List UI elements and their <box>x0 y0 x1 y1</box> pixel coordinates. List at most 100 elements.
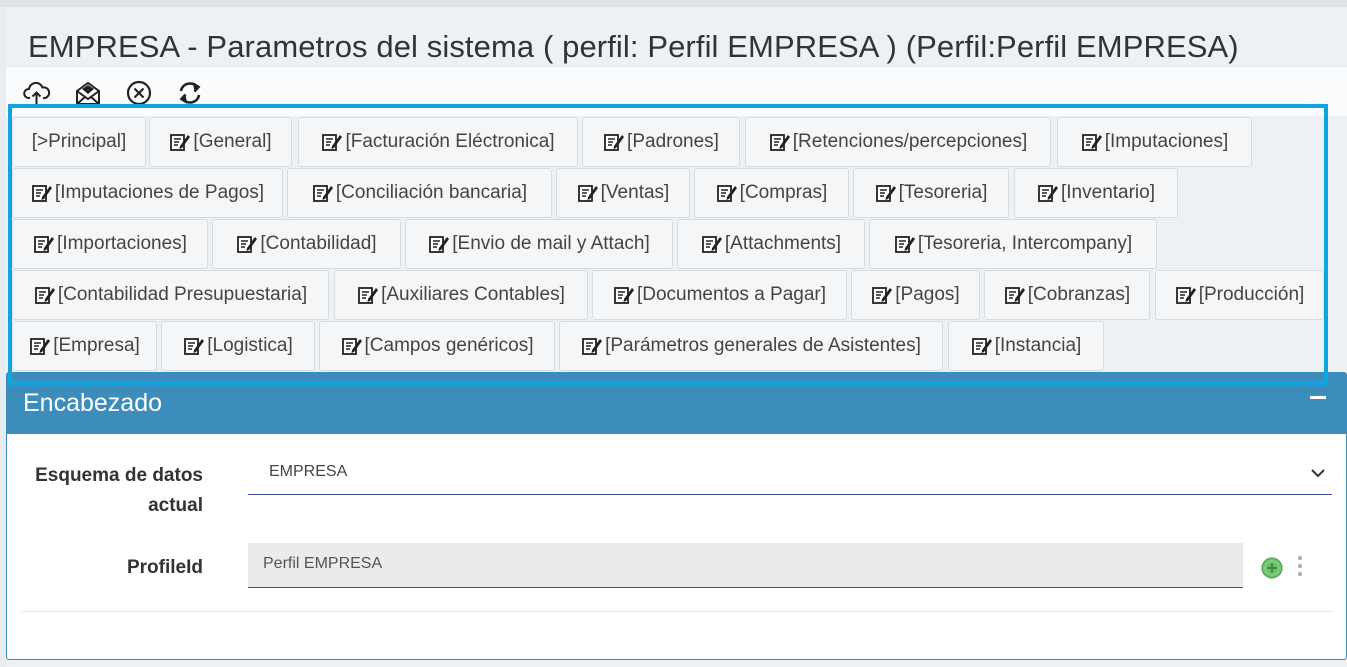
tab-7[interactable]: [Imputaciones de Pagos] <box>12 168 283 218</box>
tab-8[interactable]: [Conciliación bancaria] <box>287 168 552 218</box>
edit-icon <box>1081 131 1103 153</box>
close-circle-icon[interactable] <box>124 78 154 108</box>
edit-icon <box>871 284 893 306</box>
tab-25[interactable]: [Logistica] <box>161 321 315 371</box>
tab-19[interactable]: [Auxiliares Contables] <box>334 270 588 320</box>
tab-label: [Retenciones/percepciones] <box>792 131 1028 152</box>
edit-icon <box>875 182 897 204</box>
tab-15[interactable]: [Envio de mail y Attach] <box>405 219 673 269</box>
tab-11[interactable]: [Tesoreria] <box>853 168 1009 218</box>
edit-icon <box>321 131 343 153</box>
edit-icon <box>1037 182 1059 204</box>
tab-label: [>Principal] <box>31 131 127 152</box>
tab-5[interactable]: [Retenciones/percepciones] <box>745 117 1051 167</box>
schema-select-value: EMPRESA <box>269 463 348 480</box>
more-options-icon[interactable] <box>1296 556 1304 580</box>
tab-label: [Auxiliares Contables] <box>381 284 565 305</box>
tab-label: [Tesoreria, Intercompany] <box>917 233 1133 254</box>
tab-label: [Imputaciones] <box>1104 131 1229 152</box>
edit-icon <box>716 182 738 204</box>
tab-label: [Logistica] <box>207 335 293 356</box>
panel-header: Encabezado <box>7 373 1346 434</box>
schema-label-line2: actual <box>148 495 203 516</box>
tab-16[interactable]: [Attachments] <box>677 219 865 269</box>
edit-icon <box>34 284 56 306</box>
collapse-icon[interactable] <box>1310 395 1326 400</box>
tab-22[interactable]: [Cobranzas] <box>984 270 1150 320</box>
tab-label: [Padrones] <box>627 131 719 152</box>
tab-label: [Contabilidad] <box>260 233 377 254</box>
tab-label: [Campos genéricos] <box>364 335 534 356</box>
tab-label: [Documentos a Pagar] <box>636 284 827 305</box>
tab-label: [Ventas] <box>600 182 670 203</box>
edit-icon <box>183 335 205 357</box>
tab-2[interactable]: [General] <box>149 117 292 167</box>
profileid-value: Perfil EMPRESA <box>263 555 383 572</box>
tab-13[interactable]: [Importaciones] <box>12 219 208 269</box>
tab-label: [Pagos] <box>895 284 960 305</box>
add-circle-icon[interactable] <box>1261 557 1283 579</box>
tab-label: [Envio de mail y Attach] <box>452 233 650 254</box>
tab-label: [Contabilidad Presupuestaria] <box>57 284 308 305</box>
tab-23[interactable]: [Producción] <box>1155 270 1324 320</box>
tab-label: [Importaciones] <box>57 233 187 254</box>
tab-28[interactable]: [Instancia] <box>948 321 1104 371</box>
cloud-upload-icon[interactable] <box>22 78 52 108</box>
encabezado-panel: Encabezado Esquema de datos actual EMPRE… <box>6 372 1347 660</box>
tab-6[interactable]: [Imputaciones] <box>1057 117 1252 167</box>
tab-label: [Compras] <box>739 182 828 203</box>
tab-10[interactable]: [Compras] <box>694 168 849 218</box>
schema-select[interactable]: EMPRESA <box>248 453 1332 495</box>
profileid-label: ProfileId <box>126 557 203 578</box>
tab-24[interactable]: [Empresa] <box>12 321 157 371</box>
tab-label: [Tesoreria] <box>898 182 988 203</box>
tab-14[interactable]: [Contabilidad] <box>212 219 401 269</box>
tab-label: [Producción] <box>1198 284 1305 305</box>
edit-icon <box>769 131 791 153</box>
refresh-icon[interactable] <box>175 78 205 108</box>
tab-label: [General] <box>193 131 272 152</box>
envelope-icon[interactable] <box>73 78 103 108</box>
tab-label: [Cobranzas] <box>1027 284 1131 305</box>
tab-label: [Inventario] <box>1061 182 1155 203</box>
tab-label: [Parámetros generales de Asistentes] <box>605 335 921 356</box>
tab-label: [Empresa] <box>53 335 140 356</box>
edit-icon <box>236 233 258 255</box>
edit-icon <box>428 233 450 255</box>
edit-icon <box>894 233 916 255</box>
tab-20[interactable]: [Documentos a Pagar] <box>592 270 847 320</box>
tab-label: [Attachments] <box>724 233 842 254</box>
page-title: EMPRESA - Parametros del sistema ( perfi… <box>28 29 1239 64</box>
edit-icon <box>357 284 379 306</box>
schema-label-line1: Esquema de datos <box>35 465 203 486</box>
tab-4[interactable]: [Padrones] <box>582 117 740 167</box>
panel-title: Encabezado <box>23 389 163 417</box>
top-strip <box>0 0 1347 7</box>
tab-27[interactable]: [Parámetros generales de Asistentes] <box>559 321 943 371</box>
edit-icon <box>701 233 723 255</box>
profileid-field[interactable]: Perfil EMPRESA <box>248 543 1243 588</box>
tab-label: [Facturación Eléctronica] <box>345 131 555 152</box>
edit-icon <box>1175 284 1197 306</box>
tabs-bar: [>Principal] [General] [Facturación Eléctr… <box>12 117 1324 373</box>
tab-18[interactable]: [Contabilidad Presupuestaria] <box>12 270 329 320</box>
edit-icon <box>603 131 625 153</box>
edit-icon <box>581 335 603 357</box>
tab-12[interactable]: [Inventario] <box>1014 168 1178 218</box>
schema-label: Esquema de datos actual <box>35 461 203 521</box>
edit-icon <box>29 335 51 357</box>
tab-label: [Conciliación bancaria] <box>335 182 528 203</box>
edit-icon <box>971 335 993 357</box>
edit-icon <box>341 335 363 357</box>
edit-icon <box>1004 284 1026 306</box>
tab-26[interactable]: [Campos genéricos] <box>319 321 555 371</box>
tab-17[interactable]: [Tesoreria, Intercompany] <box>869 219 1157 269</box>
divider <box>21 611 1332 612</box>
edit-icon <box>577 182 599 204</box>
tab-9[interactable]: [Ventas] <box>556 168 690 218</box>
tab-label: [Imputaciones de Pagos] <box>54 182 265 203</box>
tab-1[interactable]: [>Principal] <box>12 117 146 167</box>
tab-3[interactable]: [Facturación Eléctronica] <box>298 117 578 167</box>
tab-21[interactable]: [Pagos] <box>851 270 980 320</box>
toolbar <box>6 66 1347 116</box>
